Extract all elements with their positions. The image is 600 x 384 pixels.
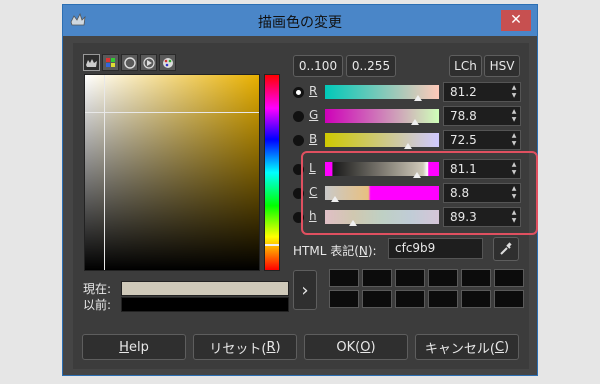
slider-g[interactable] [325,109,439,125]
value-text-g: 78.8 [450,109,477,123]
history-swatch[interactable] [395,290,425,308]
html-notation-value: cfc9b9 [395,241,436,255]
spin-arrows-b[interactable]: ▲ ▼ [510,132,518,148]
chevron-right-icon: › [301,279,309,301]
cancel-button[interactable]: キャンセル(C) [415,334,519,360]
color-picker-button[interactable] [493,237,519,261]
change-foreground-color-dialog: 描画色の変更 ✕ 0..100 0..255 LCh HSV R 81.2 ▲ … [62,4,538,376]
channel-row-r: R 81.2 ▲ ▼ [293,82,523,102]
history-swatch[interactable] [494,290,524,308]
circle-selector-icon[interactable] [121,54,138,71]
history-swatch[interactable] [362,290,392,308]
ok-button[interactable]: OK(O) [304,334,408,360]
color-history [329,269,524,308]
previous-color-swatch [121,297,289,312]
history-swatch[interactable] [494,269,524,287]
help-label: elp [128,339,149,355]
spin-arrows-g[interactable]: ▲ ▼ [510,108,518,124]
slider-b[interactable] [325,133,439,149]
eyedropper-icon [500,242,512,255]
value-text-r: 81.2 [450,85,477,99]
channel-row-b: B 72.5 ▲ ▼ [293,130,523,150]
history-swatch[interactable] [329,290,359,308]
slider-thumb-g[interactable] [410,119,419,125]
lch-highlight-frame [301,151,538,235]
value-input-b[interactable]: 72.5 ▲ ▼ [443,130,521,150]
lch-button[interactable]: LCh [449,55,482,77]
channel-radio-b[interactable] [293,135,304,146]
history-swatch[interactable] [461,290,491,308]
color-square[interactable] [84,74,260,271]
hue-marker [265,244,279,246]
close-button[interactable]: ✕ [501,10,531,31]
triangle-selector-icon[interactable] [140,54,157,71]
channel-row-g: G 78.8 ▲ ▼ [293,106,523,126]
crosshair-vertical [104,75,105,270]
history-swatch[interactable] [329,269,359,287]
channel-radio-g[interactable] [293,111,304,122]
value-input-r[interactable]: 81.2 ▲ ▼ [443,82,521,102]
history-swatch[interactable] [428,290,458,308]
history-swatch[interactable] [461,269,491,287]
crosshair-horizontal [85,112,259,113]
range-0-100-button[interactable]: 0..100 [293,55,343,77]
watercolor-selector-icon[interactable] [159,54,176,71]
history-swatch[interactable] [428,269,458,287]
html-notation-label: HTML 表記(N): [293,244,377,258]
dialog-body: 0..100 0..255 LCh HSV R 81.2 ▲ ▼ G 78.8 ▲… [73,43,538,369]
history-swatch[interactable] [395,269,425,287]
slider-thumb-r[interactable] [413,95,422,101]
title-bar: 描画色の変更 ✕ [63,5,537,36]
color-selector-tabs [83,54,193,73]
value-text-b: 72.5 [450,133,477,147]
previous-color-label: 以前: [83,298,112,312]
reset-button[interactable]: リセット(R) [193,334,297,360]
palette-selector-icon[interactable] [102,54,119,71]
hsv-button[interactable]: HSV [484,55,520,77]
window-title: 描画色の変更 [258,15,342,31]
spin-arrows-r[interactable]: ▲ ▼ [510,84,518,100]
help-mnemonic: H [119,339,129,355]
current-color-label: 現在: [83,282,112,296]
range-0-255-button[interactable]: 0..255 [346,55,396,77]
scales-selector-icon[interactable] [83,54,100,71]
hue-strip[interactable] [264,74,280,271]
channel-radio-r[interactable] [293,87,304,98]
channel-label-b: B [309,132,318,146]
help-button[interactable]: Help [82,334,186,360]
channel-label-r: R [309,84,318,98]
html-notation-input[interactable]: cfc9b9 [388,238,483,259]
slider-thumb-b[interactable] [403,143,412,149]
current-color-swatch [121,281,289,296]
slider-r[interactable] [325,85,439,101]
history-swatch[interactable] [362,269,392,287]
value-input-g[interactable]: 78.8 ▲ ▼ [443,106,521,126]
add-to-history-button[interactable]: › [293,270,317,310]
channel-label-g: G [309,108,319,122]
